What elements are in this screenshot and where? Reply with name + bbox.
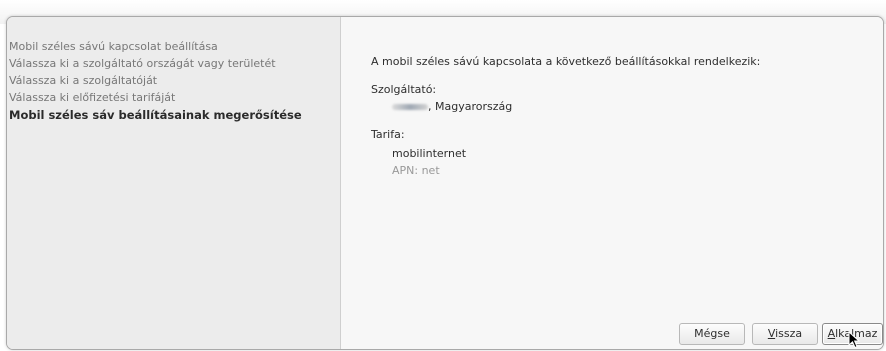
step-confirm: Mobil széles sáv beállításainak megerősí…: [9, 108, 302, 122]
provider-label: Szolgáltató:: [371, 83, 437, 96]
window: Mobil széles sávú kapcsolat beállítása V…: [0, 0, 886, 351]
wizard-steps-sidebar: Mobil széles sávú kapcsolat beállítása V…: [7, 17, 341, 349]
apply-mnemonic: A: [827, 327, 836, 340]
step-choose-plan: Válassza ki előfizetési tarifáját: [9, 91, 176, 104]
provider-country: , Magyarország: [428, 100, 513, 113]
apn-value: APN: net: [392, 164, 440, 177]
step-setup: Mobil széles sávú kapcsolat beállítása: [9, 40, 218, 53]
step-choose-country: Válassza ki a szolgáltató országát vagy …: [9, 57, 276, 70]
cancel-button[interactable]: Mégse: [679, 323, 745, 345]
step-choose-provider: Válassza ki a szolgáltatóját: [9, 74, 158, 87]
redacted-provider-name: [392, 104, 428, 110]
plan-label: Tarifa:: [371, 128, 405, 141]
back-label-rest: issza: [775, 327, 803, 340]
provider-value: , Magyarország: [392, 100, 512, 114]
plan-value: mobilinternet: [392, 147, 467, 160]
mouse-pointer-icon: [848, 331, 861, 349]
back-button[interactable]: Vissza: [752, 323, 818, 345]
intro-text: A mobil széles sávú kapcsolata a követke…: [371, 55, 761, 68]
mobile-broadband-wizard: Mobil széles sávú kapcsolat beállítása V…: [6, 16, 884, 350]
confirmation-panel: A mobil széles sávú kapcsolata a követke…: [341, 17, 883, 349]
